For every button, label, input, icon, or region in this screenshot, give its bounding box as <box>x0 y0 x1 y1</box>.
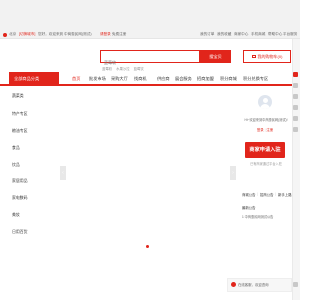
notice-item[interactable]: 1 中商惠民网测试公告 <box>242 214 273 219</box>
hot-words: 蓝莓软 水果沙拉 蓝莓饮 <box>102 66 147 71</box>
online-service-bar[interactable]: 在线客服，欢迎咨询 <box>227 278 292 292</box>
cart-side-icon[interactable] <box>293 83 298 88</box>
hot-word[interactable]: 蓝莓软 <box>102 67 112 71</box>
nav-item-exhibition[interactable]: 展会服务 <box>175 72 192 86</box>
top-link-orders[interactable]: 我的订单 <box>200 32 214 37</box>
nav-item-franchise[interactable]: 招商加盟 <box>197 72 214 86</box>
switch-city-link[interactable]: [切换城市] <box>19 32 35 37</box>
notice-tabs: 商城公告 | 招商公告 | 新手上路 <box>242 192 292 197</box>
top-link-help[interactable]: 帮助中心 <box>268 32 282 37</box>
category-item[interactable]: 家居用品 <box>12 178 28 184</box>
login-link[interactable]: 请登录 <box>100 32 111 37</box>
cart-label: 我的购物车(0) <box>257 54 283 59</box>
nav-item-home[interactable]: 首页 <box>72 72 80 86</box>
nav-item-wholesale[interactable]: 批发市场 <box>89 72 106 86</box>
location-icon <box>3 33 7 37</box>
top-link-mobile[interactable]: 手机商城 <box>251 32 265 37</box>
banner-next-arrow[interactable]: › <box>230 166 236 180</box>
location-city[interactable]: 北京 <box>9 32 16 37</box>
nav-item-suppliers[interactable]: 供应商 <box>157 72 170 86</box>
tab-investment-notice[interactable]: 招商公告 <box>260 192 274 197</box>
top-bar: 北京 [切换城市] 您好，欢迎来到 中商惠民网(测试) 请登录 免费注册 我的订… <box>0 0 300 39</box>
banner-dot[interactable] <box>146 245 149 248</box>
online-service-text: 在线客服，欢迎咨询 <box>238 283 269 287</box>
panel-login-link[interactable]: 登录 <box>257 128 264 132</box>
nav-item-opportunities[interactable]: 找商机 <box>134 72 147 86</box>
category-item[interactable]: 粮油专区 <box>12 128 28 134</box>
avatar <box>258 95 272 109</box>
register-link[interactable]: 免费注册 <box>112 32 126 37</box>
cart-icon <box>251 55 256 59</box>
banner-carousel[interactable] <box>60 86 236 248</box>
message-icon[interactable] <box>293 116 298 121</box>
history-icon[interactable] <box>293 105 298 110</box>
category-item[interactable]: 食品 <box>12 145 20 151</box>
panel-login-links: 登录 | 注册 <box>256 128 274 132</box>
category-item[interactable]: 日用百货 <box>12 229 28 235</box>
notice-title: 最新公告 <box>242 206 256 210</box>
main-nav: 全部商品分类 首页 批发市场 采购大厅 找商机 供应商 展会服务 招商加盟 积分… <box>0 72 300 86</box>
nav-item-purchase[interactable]: 采购大厅 <box>111 72 128 86</box>
category-panel: 蔬菜类 特产专区 粮油专区 食品 饮品 家居用品 家电数码 美妆 日用百货 <box>9 86 59 236</box>
top-link-services[interactable]: 平台服务 <box>283 32 297 37</box>
tab-mall-notice[interactable]: 商城公告 <box>242 192 256 197</box>
hot-word[interactable]: 水果沙拉 <box>116 67 130 71</box>
nav-item-points-exchange[interactable]: 积分兑换专区 <box>243 72 268 86</box>
welcome-text: Hi~欢迎来到中商惠民网(测试)! <box>244 118 288 122</box>
favorite-icon[interactable] <box>293 94 298 99</box>
user-icon[interactable] <box>293 72 298 77</box>
merchant-apply-button[interactable]: 商家申请入驻 <box>245 142 285 158</box>
category-item[interactable]: 美妆 <box>12 212 20 218</box>
back-to-top-icon[interactable] <box>293 282 298 287</box>
banner-prev-arrow[interactable]: ‹ <box>60 166 66 180</box>
greeting-text: 您好，欢迎来到 <box>38 32 64 36</box>
apply-note: 已有商家通过平台入驻 <box>250 162 282 166</box>
category-item[interactable]: 特产专区 <box>12 111 28 117</box>
category-item[interactable]: 家电数码 <box>12 195 28 201</box>
chat-icon <box>231 282 236 287</box>
category-item[interactable]: 饮品 <box>12 162 20 168</box>
site-name: 中商惠民网(测试) <box>64 32 92 36</box>
nav-item-points-mall[interactable]: 积分商城 <box>220 72 237 86</box>
cart-button[interactable]: 我的购物车(0) <box>243 50 291 63</box>
search-button[interactable]: 搜宝贝 <box>200 50 231 63</box>
side-toolbar <box>292 39 300 300</box>
tab-beginner-guide[interactable]: 新手上路 <box>278 192 292 197</box>
service-icon[interactable] <box>293 127 298 132</box>
search-box <box>100 50 200 68</box>
panel-register-link[interactable]: 注册 <box>266 128 273 132</box>
top-link-seller-center[interactable]: 商家中心 <box>234 32 248 37</box>
category-item[interactable]: 蔬菜类 <box>12 93 24 99</box>
hot-word[interactable]: 蓝莓饮 <box>134 67 144 71</box>
top-link-favorites[interactable]: 我的收藏 <box>217 32 231 37</box>
all-categories-button[interactable]: 全部商品分类 <box>9 72 59 86</box>
